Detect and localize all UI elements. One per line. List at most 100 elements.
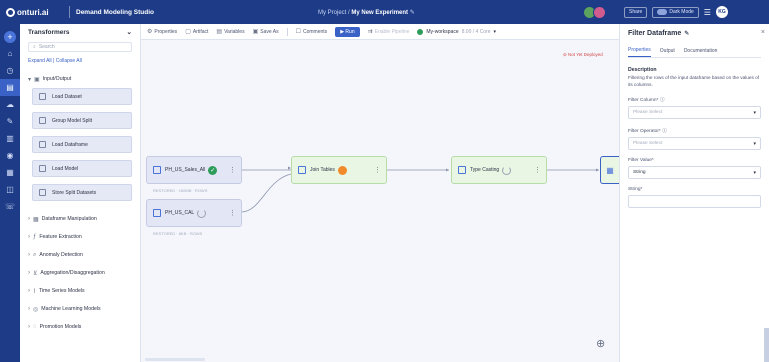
kebab-menu-icon[interactable]: ⋮: [534, 166, 541, 174]
filter-column-select[interactable]: Please Select ▾: [628, 106, 761, 119]
category-label: Feature Extraction: [39, 234, 82, 240]
environment-select[interactable]: My-workspace 8.00 / 4 Core ▾: [417, 28, 497, 35]
tools-icon[interactable]: ✎: [0, 113, 20, 130]
kebab-menu-icon[interactable]: ⋮: [229, 209, 236, 217]
node-label: PH_US_Sales_All: [165, 167, 206, 173]
arrowhead-icon: [596, 168, 599, 172]
recenter-icon[interactable]: ⊕: [596, 337, 605, 350]
save-as-button[interactable]: ▣ Save As: [252, 28, 279, 36]
typecast-icon: [458, 166, 466, 174]
variables-button[interactable]: ▤ Variables: [216, 28, 245, 36]
selected-node-partial[interactable]: ▦: [600, 156, 619, 184]
filter-column-label: Filter Column* ⓘ: [628, 96, 761, 103]
category-item[interactable]: › ▦ Dataframe Manipulation: [20, 210, 140, 228]
panel-header: Filter Dataframe ✎: [620, 24, 769, 42]
category-item[interactable]: › ⌇ Time Series Models: [20, 282, 140, 300]
category-item[interactable]: › ◌ Promotion Models: [20, 318, 140, 336]
pipeline-canvas[interactable]: ⊘ Not Yet Deployed PH_US_Sales_All ✓ ⋮ R…: [141, 40, 619, 362]
transformer-label: Load Dataset: [52, 93, 82, 100]
divider: [286, 27, 288, 36]
comments-button[interactable]: ☐ Comments: [296, 28, 328, 36]
logo[interactable]: onturi.ai: [0, 7, 63, 17]
transformer-item[interactable]: Group Model Split: [32, 112, 132, 129]
variables-label: Variables: [224, 28, 245, 35]
transform-node[interactable]: Join Tables ⋮: [291, 156, 387, 184]
database-icon[interactable]: ◉: [0, 147, 20, 164]
ml-icon: ◎: [33, 306, 39, 313]
panel-title: Filter Dataframe: [628, 29, 682, 37]
collapse-all-link[interactable]: Collapse All: [56, 58, 82, 64]
icon-rail: + ⌂ ◷ ▤ ☁ ✎ ▥ ◉ ▦ ◫ ☏: [0, 24, 20, 362]
info-icon[interactable]: ⓘ: [662, 129, 667, 134]
enable-pipeline-button[interactable]: ⇉ Enable Pipeline: [368, 28, 410, 36]
save-icon: ▣: [252, 29, 259, 35]
category-label: Time Series Models: [38, 288, 85, 294]
logo-mark-icon: [6, 7, 15, 17]
category-item[interactable]: › ⌕ Anomaly Detection: [20, 246, 140, 264]
dataset-node[interactable]: PH_US_CAL ⋮ RESTORED · 8KB · ROWS: [146, 199, 242, 236]
filter-operator-select[interactable]: Please Select ▾: [628, 137, 761, 150]
add-button[interactable]: +: [0, 28, 20, 45]
category-item[interactable]: › ◎ Machine Learning Models: [20, 300, 140, 318]
horizontal-scrollbar[interactable]: [145, 358, 205, 361]
arrowhead-icon: [446, 168, 449, 172]
enable-pipeline-label: Enable Pipeline: [374, 28, 410, 35]
avatar[interactable]: [593, 5, 606, 19]
search-placeholder: Search: [38, 44, 55, 50]
phone-icon[interactable]: ☏: [0, 198, 20, 215]
share-button[interactable]: Share: [624, 6, 648, 18]
transformer-search-input[interactable]: ⌕ Search: [28, 42, 132, 52]
filter-value-select[interactable]: String ▾: [628, 166, 761, 179]
category-item[interactable]: › ƒ Feature Extraction: [20, 228, 140, 246]
description-text: Filtering the rows of the input datafram…: [628, 75, 760, 87]
edit-icon[interactable]: ✎: [684, 30, 689, 37]
tab-output[interactable]: Output: [660, 44, 675, 57]
cloud-icon[interactable]: ☁: [0, 96, 20, 113]
filter-value: String: [633, 170, 646, 175]
category-input-output[interactable]: ▾ ▣ Input/Output: [20, 70, 140, 88]
breadcrumb-project[interactable]: My Project: [318, 10, 346, 16]
kebab-menu-icon[interactable]: ⋮: [229, 166, 236, 174]
panel-resize-handle[interactable]: [764, 328, 769, 362]
studio-icon[interactable]: ▤: [0, 79, 20, 96]
search-icon: ⌕: [33, 44, 36, 50]
transform-icon: ▦: [606, 165, 614, 175]
info-icon[interactable]: ⓘ: [660, 98, 665, 103]
transformer-item[interactable]: Load Dataset: [32, 88, 132, 105]
close-icon[interactable]: ×: [761, 29, 765, 36]
string-input[interactable]: [628, 195, 761, 208]
timeseries-icon: ⌇: [33, 288, 36, 295]
home-icon[interactable]: ⌂: [0, 45, 20, 62]
user-avatar[interactable]: KG: [715, 6, 728, 18]
transformers-header[interactable]: Transformers ⌄: [20, 24, 140, 40]
transformer-label: Store Split Datasets: [52, 189, 97, 196]
tab-documentation[interactable]: Documentation: [684, 44, 718, 57]
expand-all-link[interactable]: Expand All: [28, 58, 52, 64]
transformer-label: Load Model: [52, 165, 79, 172]
chart-icon[interactable]: ▥: [0, 130, 20, 147]
chevron-down-icon[interactable]: ⌄: [127, 28, 132, 36]
edit-name-icon[interactable]: ✎: [410, 10, 415, 16]
clock-icon[interactable]: ◷: [0, 62, 20, 79]
artifact-button[interactable]: ▢ Artifact: [185, 28, 208, 36]
warning-text: Not Yet Deployed: [568, 52, 603, 57]
kebab-menu-icon[interactable]: ⋮: [374, 166, 381, 174]
transform-node[interactable]: Type Casting ⋮: [451, 156, 547, 184]
tab-properties[interactable]: Properties: [628, 44, 651, 57]
edge: [240, 173, 292, 213]
layers-icon[interactable]: ◫: [0, 181, 20, 198]
caret-down-icon: ▾: [493, 28, 497, 35]
transformer-item[interactable]: Store Split Datasets: [32, 184, 132, 201]
table-icon[interactable]: ▦: [0, 164, 20, 181]
transformer-item[interactable]: Load Model: [32, 160, 132, 177]
run-button[interactable]: ▶ Run: [335, 26, 360, 37]
caret-down-icon: ▾: [28, 76, 32, 83]
dataset-node[interactable]: PH_US_Sales_All ✓ ⋮ RESTORED · 150MB · R…: [146, 156, 242, 193]
properties-button[interactable]: ⚙ Properties: [147, 28, 177, 36]
transformer-item[interactable]: Load Dataframe: [32, 136, 132, 153]
node-label: Type Casting: [470, 167, 500, 173]
category-item[interactable]: › ⊻ Aggregation/Disaggregation: [20, 264, 140, 282]
category-label: Input/Output: [42, 76, 72, 82]
menu-icon[interactable]: ☰: [704, 8, 711, 17]
dark-mode-toggle[interactable]: Dark Mode: [652, 6, 699, 18]
